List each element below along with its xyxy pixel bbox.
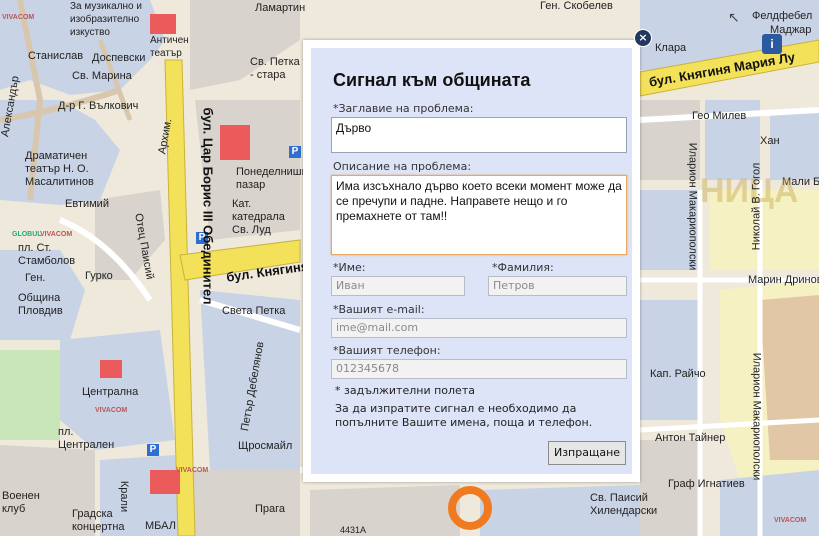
problem-title-label: *Заглавие на проблема: [333,102,474,115]
map-label: Централна [82,386,139,398]
map-label: Кат. катедрала Св. Луд [232,198,285,236]
map-label: 4431А [340,525,367,535]
first-name-label: *Име: [333,261,366,274]
required-note: * задължителни полета [335,384,475,397]
report-dialog: Сигнал към общината *Заглавие на проблем… [303,40,640,482]
vivacom-logo: VIVACOM [774,517,807,524]
map-label: Община Пловдив [18,292,63,317]
close-icon[interactable]: × [634,29,652,47]
map-label: Кап. Райчо [650,368,706,380]
map-label: Прага [255,503,286,515]
map-label: Понеделнишки пазар [236,166,313,191]
email-label: *Вашият e-mail: [333,303,425,316]
map-label: Крали [118,480,131,513]
map-label: Евтимий [65,198,109,210]
info-note: За да изпратите сигнал е необходимо да п… [335,402,593,429]
map-label: Хан [760,135,780,147]
vivacom-logo: VIVACOM [95,407,128,414]
pan-arrow-icon[interactable]: ↖ [728,10,744,26]
map-label: Военен клуб [2,490,40,515]
map-label: Клара [655,42,687,54]
map-label: МБАЛ [145,520,176,532]
globul-logo: GLOBUL [12,231,42,238]
map-label: Св. Марина [72,70,132,82]
description-textarea[interactable]: Има изсъхнало дърво което всеки момент м… [331,175,627,255]
map-label: Граф Игнатиев [668,478,745,490]
map-label: Марин Дринов [748,274,819,286]
last-name-input[interactable]: Петров [488,276,627,296]
map-label: Драматичен театър Н. О. Масалитинов [25,150,94,188]
vivacom-logo: VIVACOM [40,231,73,238]
map-label: Античен театър [150,35,189,59]
submit-button[interactable]: Изпращане [548,441,626,465]
map-label: Ген. Скобелев [540,0,613,12]
map-label: Щросмайл [238,440,293,452]
first-name-input[interactable]: Иван [331,276,465,296]
phone-input[interactable]: 012345678 [331,359,627,379]
poi-post[interactable] [100,360,122,378]
map-label: Ламартин [255,2,306,14]
map-label: Станислав [28,50,84,62]
description-label: Описание на проблема: [333,160,472,173]
phone-label: *Вашият телефон: [333,344,441,357]
map-label: Св. Паисий Хилендарски [590,492,658,517]
last-name-label: *Фамилия: [492,261,554,274]
map-label: Иларион Макариополски [686,142,699,271]
vivacom-logo: VIVACOM [176,467,209,474]
map-label: НИЦА [700,172,799,210]
map-label: Николай В. Гогол [750,162,763,251]
map-label: Св. Петка - стара [250,56,300,81]
map-label: Гурко [85,270,113,282]
map-label: Д-р Г. Вълкович [58,100,139,112]
map-label: Гео Милев [692,110,747,122]
map-label: Доспевски [92,52,146,64]
parking-icon[interactable]: P [147,444,159,456]
parking-icon[interactable]: P [289,146,301,158]
map-label: Фелдфебел [752,10,813,22]
poi-church[interactable] [220,125,250,160]
map-label: За музикално и изобразително изкуство [70,1,142,38]
poi-theatre[interactable] [150,14,176,34]
report-form: Сигнал към общината *Заглавие на проблем… [311,48,632,474]
map-label: пл. Централен [58,426,115,451]
vivacom-logo: VIVACOM [2,14,35,21]
email-input[interactable]: ime@mail.com [331,318,627,338]
problem-title-input[interactable]: Дърво [331,117,627,153]
map-label: пл. Ст. Стамболов [18,242,76,267]
info-icon[interactable]: i [762,34,782,54]
map-label: Света Петка [222,305,286,317]
road-label: бул. Цар Борис III Обединител [200,107,216,305]
map-label: Ген. [25,272,46,284]
map-label: Иларион Макариополски [750,352,763,481]
map-label: Антон Тайнер [655,432,726,444]
dialog-title: Сигнал към общината [333,70,531,90]
